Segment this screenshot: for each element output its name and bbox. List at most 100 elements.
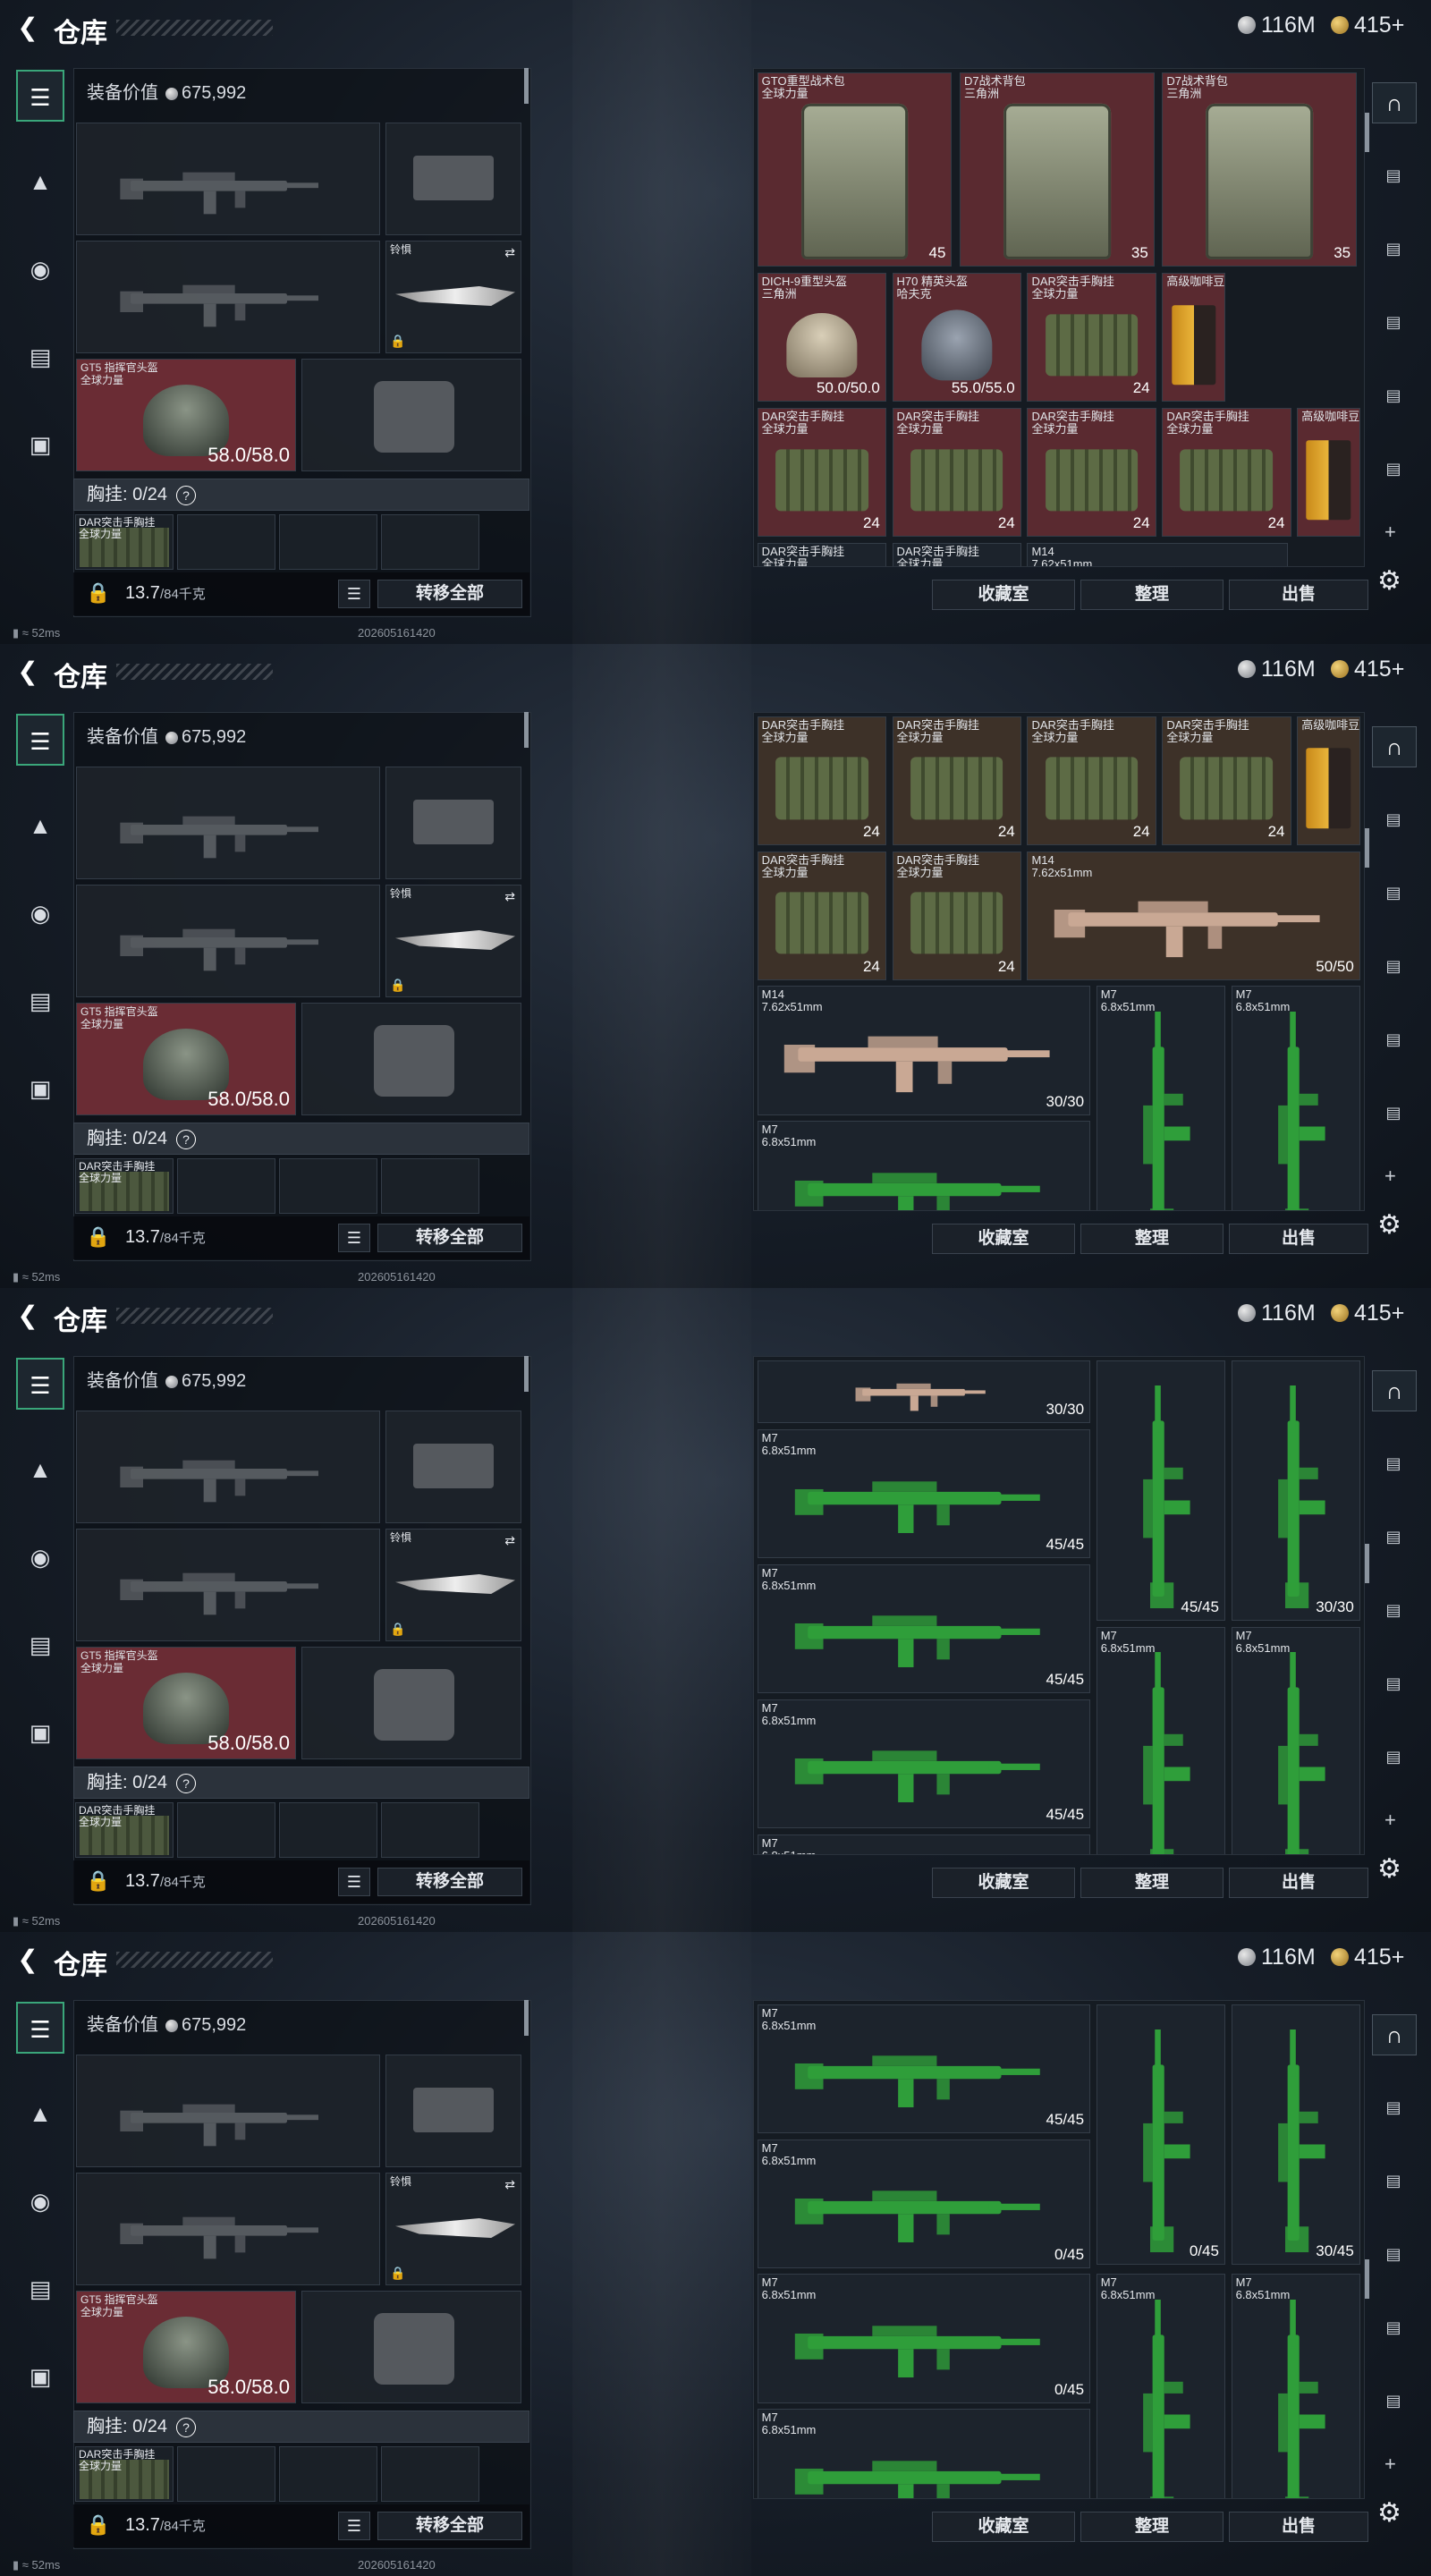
- armor-slot[interactable]: [301, 2291, 521, 2403]
- inventory-item[interactable]: M7 6.8x51mm 45/45: [757, 1563, 1091, 1694]
- nav-armor-icon[interactable]: ▲: [16, 800, 64, 852]
- inventory-item[interactable]: 高级咖啡豆: [1297, 408, 1360, 538]
- pistol-slot[interactable]: [385, 2055, 521, 2167]
- swap-icon[interactable]: ⇄: [504, 245, 515, 260]
- armor-slot[interactable]: [301, 1003, 521, 1115]
- nav-case-icon[interactable]: ▣: [16, 1063, 64, 1114]
- add-tab-icon[interactable]: +: [1384, 1809, 1396, 1832]
- melee-slot[interactable]: 铃惧 ⇄ 🔒: [385, 885, 521, 997]
- chest-rig-cell[interactable]: [279, 514, 377, 570]
- chest-rig-item[interactable]: DAR突击手胸挂 全球力量: [75, 514, 174, 570]
- help-icon[interactable]: ?: [176, 486, 197, 505]
- gold-currency[interactable]: 415+: [1331, 13, 1404, 38]
- nav-weapons-icon[interactable]: ☰: [16, 2002, 64, 2054]
- nav-weapons-icon[interactable]: ☰: [16, 714, 64, 766]
- inventory-item[interactable]: M76.8x51mm: [1231, 986, 1360, 1210]
- warehouse-tab-4-icon[interactable]: ▤: [1372, 2234, 1415, 2274]
- sort-button[interactable]: 整理: [1080, 580, 1224, 610]
- warehouse-tab-2-icon[interactable]: ▤: [1372, 800, 1415, 839]
- chest-rig-cell[interactable]: [177, 2446, 275, 2502]
- warehouse-tab-3-icon[interactable]: ▤: [1372, 1517, 1415, 1556]
- inventory-item[interactable]: DAR突击手胸挂 全球力量 24: [1162, 408, 1291, 538]
- gold-currency[interactable]: 415+: [1331, 1945, 1404, 1970]
- helmet-slot[interactable]: GT5 指挥官头盔 全球力量 58.0/58.0: [76, 1003, 296, 1115]
- sell-button[interactable]: 出售: [1229, 1224, 1368, 1254]
- inventory-item[interactable]: DAR突击手胸挂 全球力量 24: [892, 716, 1021, 845]
- inventory-item[interactable]: M7 6.8x51mm 0/45: [757, 2274, 1091, 2403]
- inventory-item[interactable]: M14 7.62x51mm 50/50: [1027, 851, 1360, 980]
- inventory-item[interactable]: M76.8x51mm: [1231, 1626, 1360, 1854]
- warehouse-scrollbar[interactable]: [1365, 828, 1369, 868]
- warehouse-tab-main-icon[interactable]: ∩: [1372, 82, 1417, 123]
- chest-rig-item[interactable]: DAR突击手胸挂 全球力量: [75, 1158, 174, 1214]
- helmet-slot[interactable]: GT5 指挥官头盔 全球力量 58.0/58.0: [76, 1647, 296, 1759]
- inventory-item[interactable]: M7 6.8x51mm 45/45: [757, 1699, 1091, 1828]
- inventory-item[interactable]: M14 7.62x51mm: [1027, 542, 1288, 566]
- list-view-button[interactable]: ☰: [338, 2512, 370, 2540]
- inventory-item[interactable]: 高级咖啡豆: [1297, 716, 1360, 845]
- primary-weapon-slot[interactable]: [76, 123, 380, 235]
- warehouse-tab-3-icon[interactable]: ▤: [1372, 873, 1415, 912]
- inventory-item[interactable]: M76.8x51mm: [1096, 1626, 1225, 1854]
- inventory-item[interactable]: DAR突击手胸挂 全球力量: [892, 542, 1021, 566]
- chest-rig-cell[interactable]: [177, 1158, 275, 1214]
- helmet-slot[interactable]: GT5 指挥官头盔 全球力量 58.0/58.0: [76, 2291, 296, 2403]
- list-view-button[interactable]: ☰: [338, 1224, 370, 1252]
- collection-room-button[interactable]: 收藏室: [932, 1224, 1075, 1254]
- inventory-item[interactable]: M76.8x51mm: [757, 2409, 1091, 2498]
- sort-button[interactable]: 整理: [1080, 1224, 1224, 1254]
- inventory-item[interactable]: M7 6.8x51mm 45/45: [757, 1428, 1091, 1559]
- inventory-item[interactable]: M7 6.8x51mm 0/45: [757, 2139, 1091, 2268]
- chest-rig-cell[interactable]: [279, 1158, 377, 1214]
- warehouse-tab-6-icon[interactable]: ▤: [1372, 449, 1415, 488]
- loadout-scrollbar[interactable]: [524, 2000, 529, 2036]
- warehouse-tab-5-icon[interactable]: ▤: [1372, 376, 1415, 415]
- warehouse-tab-4-icon[interactable]: ▤: [1372, 1590, 1415, 1630]
- swap-icon[interactable]: ⇄: [504, 889, 515, 904]
- collection-room-button[interactable]: 收藏室: [932, 2512, 1075, 2542]
- warehouse-tab-2-icon[interactable]: ▤: [1372, 2088, 1415, 2127]
- nav-armor-icon[interactable]: ▲: [16, 1444, 64, 1496]
- warehouse-tab-main-icon[interactable]: ∩: [1372, 726, 1417, 767]
- inventory-item[interactable]: 30/30: [757, 1360, 1091, 1424]
- warehouse-tab-main-icon[interactable]: ∩: [1372, 1370, 1417, 1411]
- pistol-slot[interactable]: [385, 123, 521, 235]
- warehouse-tab-4-icon[interactable]: ▤: [1372, 946, 1415, 986]
- nav-weapons-icon[interactable]: ☰: [16, 70, 64, 122]
- inventory-item[interactable]: 高级咖啡豆: [1162, 273, 1225, 402]
- primary-weapon-slot[interactable]: [76, 2055, 380, 2167]
- warehouse-scrollbar[interactable]: [1365, 1544, 1369, 1583]
- gear-icon[interactable]: ⚙: [1377, 1853, 1401, 1885]
- armor-slot[interactable]: [301, 1647, 521, 1759]
- back-arrow-icon[interactable]: ❮: [13, 657, 43, 687]
- nav-items-icon[interactable]: ▤: [16, 975, 64, 1027]
- gear-icon[interactable]: ⚙: [1377, 565, 1401, 597]
- help-icon[interactable]: ?: [176, 1130, 197, 1149]
- nav-weapons-icon[interactable]: ☰: [16, 1358, 64, 1410]
- chest-rig-cell[interactable]: [279, 1802, 377, 1858]
- warehouse-tab-6-icon[interactable]: ▤: [1372, 1093, 1415, 1132]
- chest-rig-cell[interactable]: [381, 1158, 479, 1214]
- warehouse-scrollbar[interactable]: [1365, 113, 1369, 152]
- nav-case-icon[interactable]: ▣: [16, 419, 64, 470]
- inventory-item[interactable]: 0/45: [1096, 2004, 1225, 2266]
- loadout-scrollbar[interactable]: [524, 68, 529, 104]
- add-tab-icon[interactable]: +: [1384, 2453, 1396, 2476]
- nav-helmet-icon[interactable]: ◉: [16, 1531, 64, 1583]
- inventory-item[interactable]: DAR突击手胸挂 全球力量 24: [892, 408, 1021, 538]
- nav-items-icon[interactable]: ▤: [16, 331, 64, 383]
- melee-slot[interactable]: 铃惧 ⇄ 🔒: [385, 1529, 521, 1641]
- inventory-item[interactable]: DAR突击手胸挂 全球力量 24: [1027, 408, 1156, 538]
- warehouse-tab-4-icon[interactable]: ▤: [1372, 302, 1415, 342]
- nav-armor-icon[interactable]: ▲: [16, 2088, 64, 2140]
- warehouse-tab-3-icon[interactable]: ▤: [1372, 2161, 1415, 2200]
- warehouse-tab-2-icon[interactable]: ▤: [1372, 156, 1415, 195]
- melee-slot[interactable]: 铃惧 ⇄ 🔒: [385, 2173, 521, 2285]
- chest-rig-cell[interactable]: [381, 2446, 479, 2502]
- warehouse-tab-2-icon[interactable]: ▤: [1372, 1444, 1415, 1483]
- add-tab-icon[interactable]: +: [1384, 1165, 1396, 1188]
- warehouse-scrollbar[interactable]: [1365, 2259, 1369, 2299]
- inventory-item[interactable]: GTO重型战术包 全球力量 45: [757, 72, 953, 267]
- chest-rig-cell[interactable]: [177, 1802, 275, 1858]
- pistol-slot[interactable]: [385, 767, 521, 879]
